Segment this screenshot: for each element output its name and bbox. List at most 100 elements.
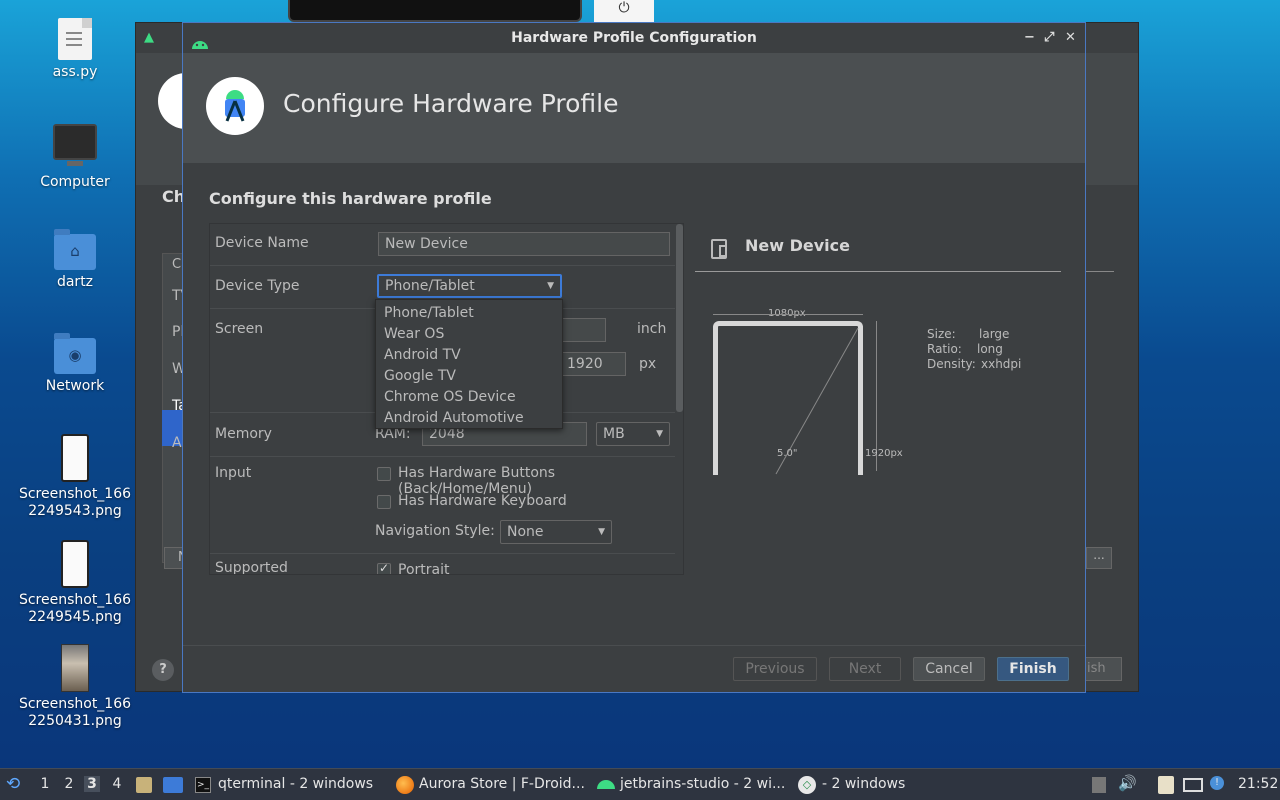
minimize-button[interactable]: − [1024, 23, 1035, 53]
desktop-icon-network[interactable]: ◉ Network [15, 333, 135, 395]
dropdown-option[interactable]: Phone/Tablet [384, 305, 474, 321]
device-name-label: Device Name [215, 235, 309, 251]
cancel-button[interactable]: Cancel [913, 657, 985, 681]
supported-label: Supported [215, 560, 288, 575]
finish-button[interactable]: Finish [997, 657, 1069, 681]
screen-size-input[interactable] [560, 318, 606, 342]
desktop-icon-screenshot-1[interactable]: Screenshot_166 2249543.png [15, 434, 135, 520]
desktop-icon-label: Screenshot_166 2250431.png [18, 696, 132, 729]
app-icon: ◇ [798, 776, 816, 794]
device-type-value: Phone/Tablet [385, 278, 475, 294]
network-icon[interactable] [1183, 778, 1203, 792]
next-button[interactable]: Next [829, 657, 901, 681]
desktop-icon-label: ass.py [52, 64, 98, 80]
nav-style-select[interactable]: None ▼ [500, 520, 612, 544]
start-menu-icon[interactable]: ⟲ [6, 774, 20, 794]
bg-new-button[interactable]: N [164, 547, 188, 569]
dropdown-option[interactable]: Android TV [384, 347, 461, 363]
resolution-height-input[interactable]: 1920 [560, 352, 626, 376]
workspace-3[interactable]: 3 [84, 776, 100, 792]
show-desktop-icon[interactable] [163, 777, 183, 793]
task-other[interactable]: - 2 windows [822, 776, 905, 792]
screen-label: Screen [215, 321, 264, 337]
volume-icon[interactable]: 🔊 [1118, 774, 1137, 792]
image-file-icon [61, 644, 89, 692]
text-file-icon [58, 18, 92, 60]
device-type-label: Device Type [215, 278, 300, 294]
desktop-icon-screenshot-2[interactable]: Screenshot_166 2249545.png [15, 540, 135, 626]
spec-size-value: large [979, 327, 1010, 341]
bg-more-button[interactable]: ... [1086, 547, 1112, 569]
memory-label: Memory [215, 426, 272, 442]
section-title: Configure this hardware profile [209, 189, 492, 208]
desktop-icon-screenshot-3[interactable]: Screenshot_166 2250431.png [15, 644, 135, 730]
form-scrollbar[interactable] [676, 224, 683, 412]
nav-style-label: Navigation Style: [375, 523, 495, 539]
ram-unit-value: MB [603, 426, 625, 442]
clipboard-icon[interactable] [1158, 776, 1174, 794]
firefox-icon [396, 776, 414, 794]
workspace-4[interactable]: 4 [109, 776, 125, 792]
maximize-button[interactable]: ⤢ [1044, 23, 1054, 53]
desktop-icon-label: Screenshot_166 2249543.png [18, 486, 132, 519]
phone-emulator-window-edge [288, 0, 582, 22]
desktop-icon-ass-py[interactable]: ass.py [15, 18, 135, 81]
portrait-checkbox[interactable] [377, 561, 391, 574]
task-jetbrains-studio[interactable]: jetbrains-studio - 2 wi... [620, 776, 785, 792]
dialog-titlebar: Hardware Profile Configuration − ⤢ ✕ [183, 23, 1085, 53]
device-type-dropdown: Phone/Tablet Wear OS Android TV Google T… [375, 299, 563, 429]
hw-keyboard-label: Has Hardware Keyboard [398, 493, 567, 509]
input-label: Input [215, 465, 252, 481]
clock[interactable]: 21:52 [1238, 776, 1278, 792]
desktop-icon-label: Screenshot_166 2249545.png [18, 592, 132, 625]
chevron-down-icon: ▼ [547, 281, 554, 291]
taskbar: ⟲ 1 2 3 4 >_ qterminal - 2 windows Auror… [0, 768, 1280, 800]
task-firefox[interactable]: Aurora Store | F-Droid... [419, 776, 585, 792]
help-icon[interactable]: ? [152, 659, 174, 681]
hw-buttons-checkbox[interactable] [377, 467, 391, 481]
bg-finish-button[interactable]: ish [1084, 657, 1122, 681]
close-button[interactable]: ✕ [1065, 23, 1076, 53]
previous-button[interactable]: Previous [733, 657, 817, 681]
network-folder-icon: ◉ [54, 333, 96, 374]
chevron-down-icon: ▼ [598, 527, 605, 537]
desktop-icon-computer[interactable]: Computer [15, 124, 135, 191]
android-icon: ▲ [144, 30, 154, 45]
hw-keyboard-checkbox[interactable] [377, 495, 391, 509]
dropdown-option[interactable]: Wear OS [384, 326, 444, 342]
preview-diagonal-label: 5.0" [777, 448, 798, 459]
preview-device-name: New Device [745, 236, 850, 255]
spec-density-value: xxhdpi [981, 357, 1022, 371]
workspace-2[interactable]: 2 [61, 776, 77, 792]
portrait-label: Portrait [398, 562, 450, 575]
dropdown-option[interactable]: Google TV [384, 368, 456, 384]
image-file-icon [61, 434, 89, 482]
desktop-icon-label: Network [45, 378, 105, 394]
dropdown-option[interactable]: Android Automotive [384, 410, 524, 426]
screen-size-unit: inch [637, 321, 667, 337]
dialog-title: Hardware Profile Configuration [511, 30, 757, 46]
image-file-icon [61, 540, 89, 588]
ram-unit-select[interactable]: MB ▼ [596, 422, 670, 446]
spec-density-key: Density: [927, 357, 976, 371]
device-name-input[interactable]: New Device [378, 232, 670, 256]
bg-row[interactable]: A [172, 435, 182, 451]
nav-style-value: None [507, 524, 544, 540]
desktop-icon-label: dartz [56, 274, 94, 290]
tray-up-icon[interactable] [1092, 777, 1106, 793]
update-notifier-icon[interactable]: ! [1210, 776, 1224, 790]
dropdown-option[interactable]: Chrome OS Device [384, 389, 516, 405]
preview-height-label: 1920px [865, 448, 903, 459]
dialog-header: Configure Hardware Profile [183, 53, 1085, 163]
device-type-select[interactable]: Phone/Tablet ▼ [377, 274, 562, 298]
computer-icon [53, 124, 97, 166]
workspace-1[interactable]: 1 [37, 776, 53, 792]
file-manager-icon[interactable] [136, 777, 152, 793]
android-icon [596, 776, 616, 794]
hardware-profile-dialog: Hardware Profile Configuration − ⤢ ✕ Con… [182, 22, 1086, 693]
spec-ratio-value: long [977, 342, 1003, 356]
task-qterminal[interactable]: qterminal - 2 windows [218, 776, 373, 792]
spec-size-key: Size: [927, 327, 956, 341]
desktop-icon-dartz[interactable]: ⌂ dartz [15, 229, 135, 291]
header-title: Configure Hardware Profile [283, 89, 619, 118]
